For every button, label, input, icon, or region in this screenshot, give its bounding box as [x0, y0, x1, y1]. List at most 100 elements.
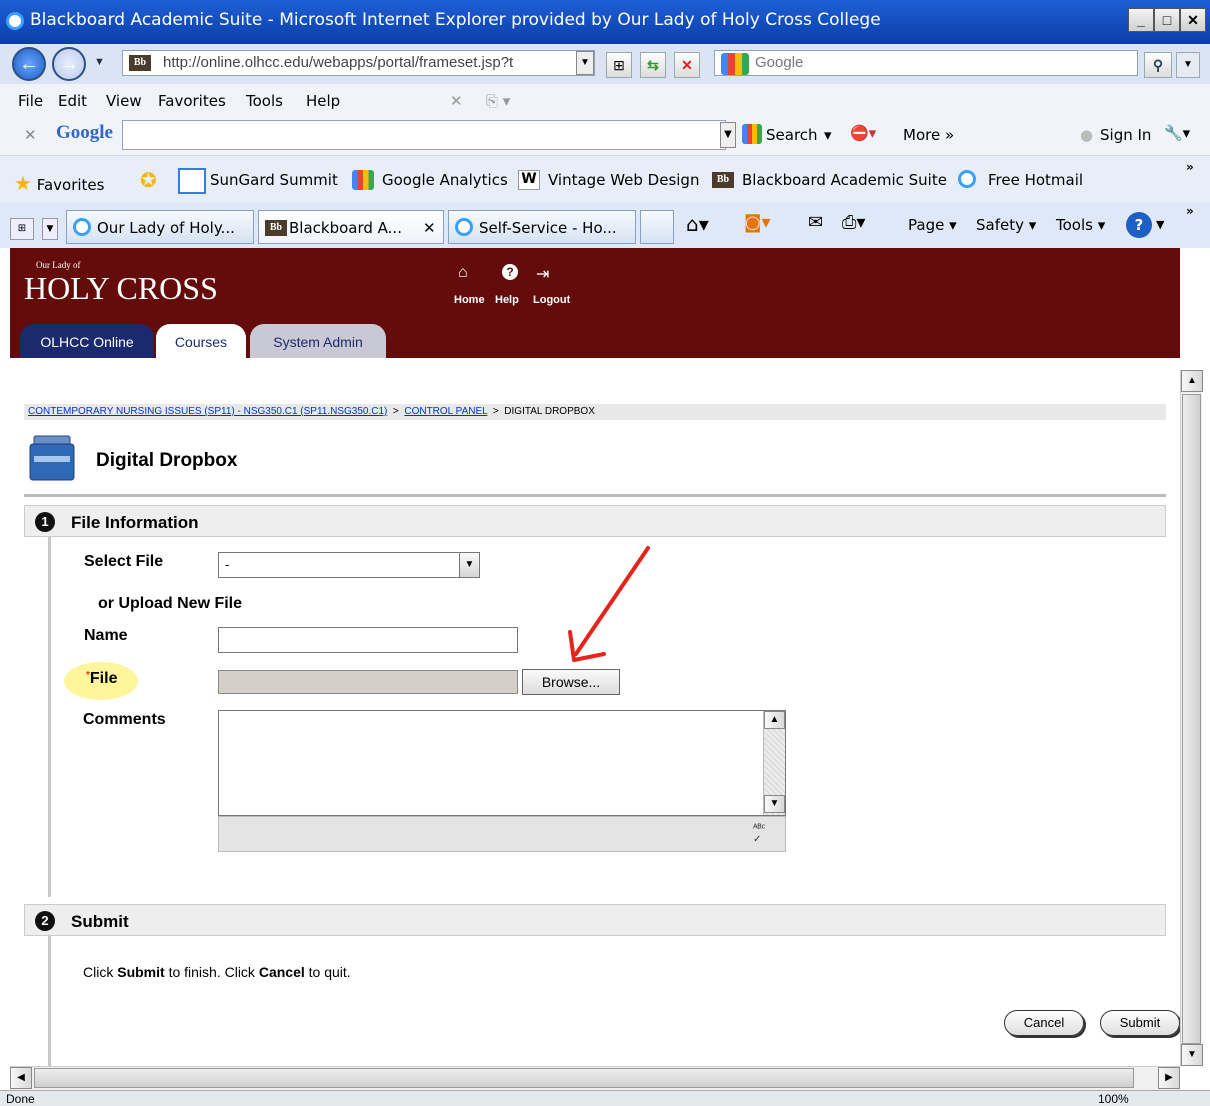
browser-tab-blackboard[interactable]: Bb Blackboard A... ✕ [258, 210, 444, 244]
cancel-button[interactable]: Cancel [1004, 1010, 1084, 1036]
vertical-scroll-thumb[interactable] [1182, 394, 1201, 1044]
step1-rule [48, 537, 51, 897]
popup-blocker-icon[interactable]: ⛔▾ [850, 124, 876, 142]
google-sign-in-link[interactable]: Sign In [1100, 126, 1151, 144]
menu-favorites[interactable]: Favorites [158, 92, 226, 110]
google-toolbar-input[interactable] [122, 120, 726, 150]
horizontal-scrollbar[interactable]: ◀ ▶ [10, 1066, 1180, 1090]
favorites-overflow-chevron-icon[interactable]: » [1186, 160, 1194, 174]
menu-edit[interactable]: Edit [58, 92, 87, 110]
help-header-icon[interactable]: ? [502, 264, 518, 280]
file-path-input[interactable] [218, 670, 518, 694]
page-menu[interactable]: Page ▾ [908, 216, 957, 234]
search-options-chevron-icon[interactable]: ▾ [824, 126, 832, 144]
minimize-button[interactable]: _ [1128, 8, 1154, 32]
menu-file[interactable]: File [18, 92, 43, 110]
window-title: Blackboard Academic Suite - Microsoft In… [30, 10, 881, 30]
menu-tools[interactable]: Tools [246, 92, 283, 110]
help-icon[interactable]: ? [1126, 212, 1152, 238]
scroll-up-icon[interactable]: ▲ [1181, 370, 1203, 392]
menu-view[interactable]: View [106, 92, 142, 110]
logout-header-icon[interactable]: ⇥ [536, 264, 549, 284]
horizontal-scroll-thumb[interactable] [34, 1068, 1134, 1088]
menu-help[interactable]: Help [306, 92, 340, 110]
content-frame: CONTEMPORARY NURSING ISSUES (SP11) - NSG… [10, 358, 1180, 1066]
close-window-button[interactable]: ✕ [1180, 8, 1206, 32]
quick-tabs-icon[interactable]: ⊞ [10, 218, 34, 240]
comments-scroll-down-icon[interactable]: ▼ [764, 795, 785, 813]
close-tab-icon[interactable]: ✕ [423, 219, 436, 237]
submit-button[interactable]: Submit [1100, 1010, 1180, 1036]
commands-overflow-chevron-icon[interactable]: » [1186, 204, 1194, 218]
tab-courses[interactable]: Courses [156, 324, 246, 358]
back-button[interactable]: ← [12, 47, 46, 81]
logo-small-text: Our Lady of [36, 260, 81, 270]
print-icon[interactable]: ⎙▾ [842, 212, 865, 233]
vintage-favicon-icon: W [518, 170, 540, 190]
spellcheck-icon[interactable]: ᴬᴮᶜ ✓ [753, 823, 765, 845]
comments-scroll-up-icon[interactable]: ▲ [764, 711, 785, 729]
select-file-dropdown[interactable]: - ▼ [218, 552, 480, 578]
holy-cross-logo[interactable]: Our Lady of HOLY CROSS [24, 260, 218, 307]
read-mail-icon[interactable]: ✉ [808, 212, 823, 233]
tools-menu[interactable]: Tools ▾ [1056, 216, 1105, 234]
help-dropdown-icon[interactable]: ▼ [1156, 218, 1164, 231]
address-dropdown-button[interactable]: ▼ [576, 51, 594, 75]
search-icon[interactable]: ⚲ [1144, 52, 1172, 78]
breadcrumb-course-link[interactable]: CONTEMPORARY NURSING ISSUES (SP11) - NSG… [28, 406, 387, 417]
safety-menu[interactable]: Safety ▾ [976, 216, 1036, 234]
search-options-dropdown[interactable]: ▼ [1176, 52, 1200, 78]
favorite-google-analytics[interactable]: Google Analytics [382, 171, 508, 189]
vertical-scrollbar[interactable]: ▲ ▼ [1180, 370, 1203, 1066]
add-favorite-icon[interactable]: ✪ [140, 168, 157, 192]
favorite-vintage-web-design[interactable]: Vintage Web Design [548, 171, 699, 189]
tools-menu-label: Tools [1056, 216, 1093, 234]
new-tab-button[interactable] [640, 210, 674, 244]
favorite-blackboard[interactable]: Blackboard Academic Suite [742, 171, 947, 189]
maximize-button[interactable]: □ [1154, 8, 1180, 32]
feeds-icon[interactable]: ◙▾ [744, 212, 771, 233]
header-home-link[interactable]: Home [454, 294, 485, 306]
scroll-down-icon[interactable]: ▼ [1181, 1044, 1203, 1066]
refresh-icon[interactable]: ⇆ [640, 52, 666, 78]
breadcrumb-separator: > [390, 406, 402, 417]
google-toolbar-dropdown[interactable]: ▼ [720, 122, 736, 148]
header-help-link[interactable]: Help [495, 294, 519, 306]
favorite-sungard[interactable]: SunGard Summit [210, 171, 338, 189]
browser-tab-self-service[interactable]: Self-Service - Ho... [448, 210, 636, 244]
browser-search-box[interactable]: Google [714, 50, 1138, 76]
home-icon[interactable]: ⌂▾ [686, 212, 709, 236]
scroll-right-icon[interactable]: ▶ [1158, 1067, 1180, 1089]
breadcrumb-control-panel-link[interactable]: CONTROL PANEL [404, 406, 487, 417]
instr-part-1: Click [83, 964, 118, 980]
tab-olhcc-online-label: OLHCC Online [40, 334, 134, 350]
favorite-free-hotmail[interactable]: Free Hotmail [988, 171, 1083, 189]
page-title: Digital Dropbox [96, 450, 238, 471]
sungard-favicon-icon [178, 168, 206, 194]
browser-tab-olhcc[interactable]: Our Lady of Holy... [66, 210, 254, 244]
comments-textarea[interactable]: ▲ ▼ [218, 710, 786, 816]
zoom-level[interactable]: 100% [1098, 1092, 1129, 1106]
translate-icon[interactable]: ⎘ ▾ [486, 92, 510, 110]
compatibility-view-icon[interactable]: ⊞ [606, 52, 632, 78]
recent-pages-chevron-icon[interactable]: ▼ [94, 56, 105, 68]
google-more-button[interactable]: More » [903, 126, 954, 144]
wrench-icon[interactable]: 🔧▾ [1164, 124, 1190, 142]
tab-system-admin[interactable]: System Admin [250, 324, 386, 358]
name-input[interactable] [218, 627, 518, 653]
close-toolbar-icon[interactable]: ✕ [450, 92, 463, 110]
header-logout-link[interactable]: Logout [533, 294, 570, 306]
browse-button[interactable]: Browse... [522, 669, 620, 695]
stop-icon[interactable]: ✕ [674, 52, 700, 78]
home-header-icon[interactable]: ⌂ [458, 264, 468, 282]
tab-olhcc-online[interactable]: OLHCC Online [20, 324, 154, 358]
step1-title: File Information [71, 513, 199, 532]
close-google-toolbar-icon[interactable]: ✕ [24, 126, 37, 144]
google-search-button[interactable]: Search [766, 126, 818, 144]
forward-button[interactable]: → [52, 47, 86, 81]
favorites-button[interactable]: ★ Favorites [14, 171, 104, 195]
scroll-left-icon[interactable]: ◀ [10, 1067, 32, 1089]
comments-scrollbar[interactable]: ▲ ▼ [763, 711, 785, 815]
tab-list-dropdown[interactable]: ▼ [42, 218, 58, 240]
address-bar[interactable]: Bb http://online.olhcc.edu/webapps/porta… [122, 50, 595, 76]
